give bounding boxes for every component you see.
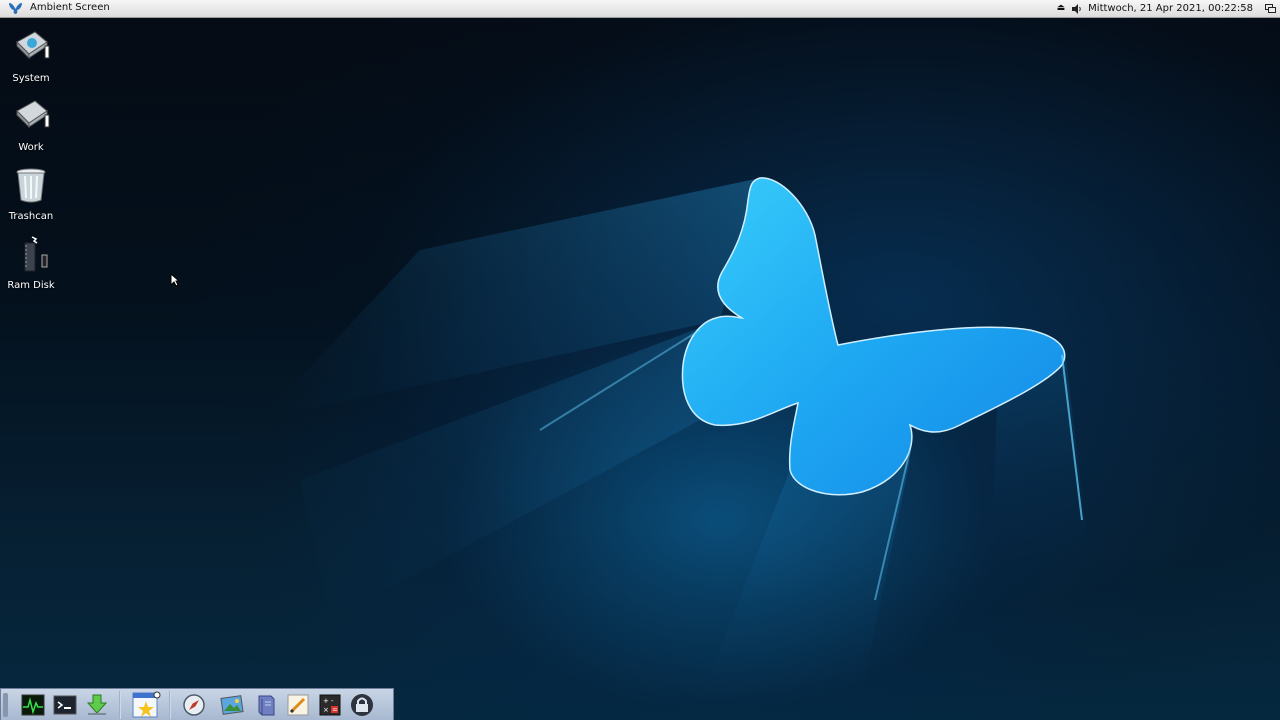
desktop-background: Ambient Screen ⏏ Mittwoch, 21 Apr 2021, … [0,0,1280,720]
activity-monitor-icon[interactable] [21,693,45,717]
eject-icon[interactable]: ⏏ [1057,0,1066,17]
trashcan-icon [16,168,46,203]
svg-text:+: + [323,697,329,705]
pen-icon[interactable] [286,693,310,717]
book-icon[interactable] [254,693,278,717]
desktop-icon-label: Trashcan [8,211,54,222]
svg-text:×: × [323,706,329,714]
ram-disk-icon [24,236,48,272]
download-arrow-icon[interactable] [85,693,109,717]
menubar: Ambient Screen ⏏ Mittwoch, 21 Apr 2021, … [0,0,1280,18]
desktop-icon-ram-disk[interactable]: Ram Disk [0,235,62,291]
dock-separator [119,691,121,719]
desktop-icon-work[interactable]: Work [0,97,62,153]
screen-title[interactable]: Ambient Screen [30,2,110,13]
desktop-icon-trashcan[interactable]: Trashcan [0,166,62,222]
dock: + - × = [0,688,394,720]
compass-icon[interactable] [182,693,206,717]
svg-text:=: = [332,706,338,714]
volume-icon[interactable] [1071,3,1082,14]
desktop-icon-label: Ram Disk [7,280,55,291]
clock[interactable]: Mittwoch, 21 Apr 2021, 00:22:58 [1088,3,1253,14]
dock-handle[interactable] [3,693,8,717]
desktop-icon-system[interactable]: System [0,28,62,84]
dock-separator [169,691,171,719]
desktop-icon-label: Work [18,142,44,153]
desktop-icon-label: System [12,73,50,84]
hard-drive-icon [16,31,50,60]
butterfly-wallpaper [260,177,1090,700]
menubar-status-area: ⏏ Mittwoch, 21 Apr 2021, 00:22:58 [1057,0,1276,17]
lock-icon[interactable] [350,693,374,717]
screens-icon[interactable] [1265,4,1276,13]
notepad-star-icon[interactable] [131,691,161,719]
calculator-icon[interactable]: + - × = [318,693,342,717]
hard-drive-icon [16,100,50,129]
butterfly-logo-icon[interactable] [8,2,23,15]
mouse-pointer-icon [170,273,180,287]
terminal-icon[interactable] [53,693,77,717]
picture-icon[interactable] [220,693,244,717]
